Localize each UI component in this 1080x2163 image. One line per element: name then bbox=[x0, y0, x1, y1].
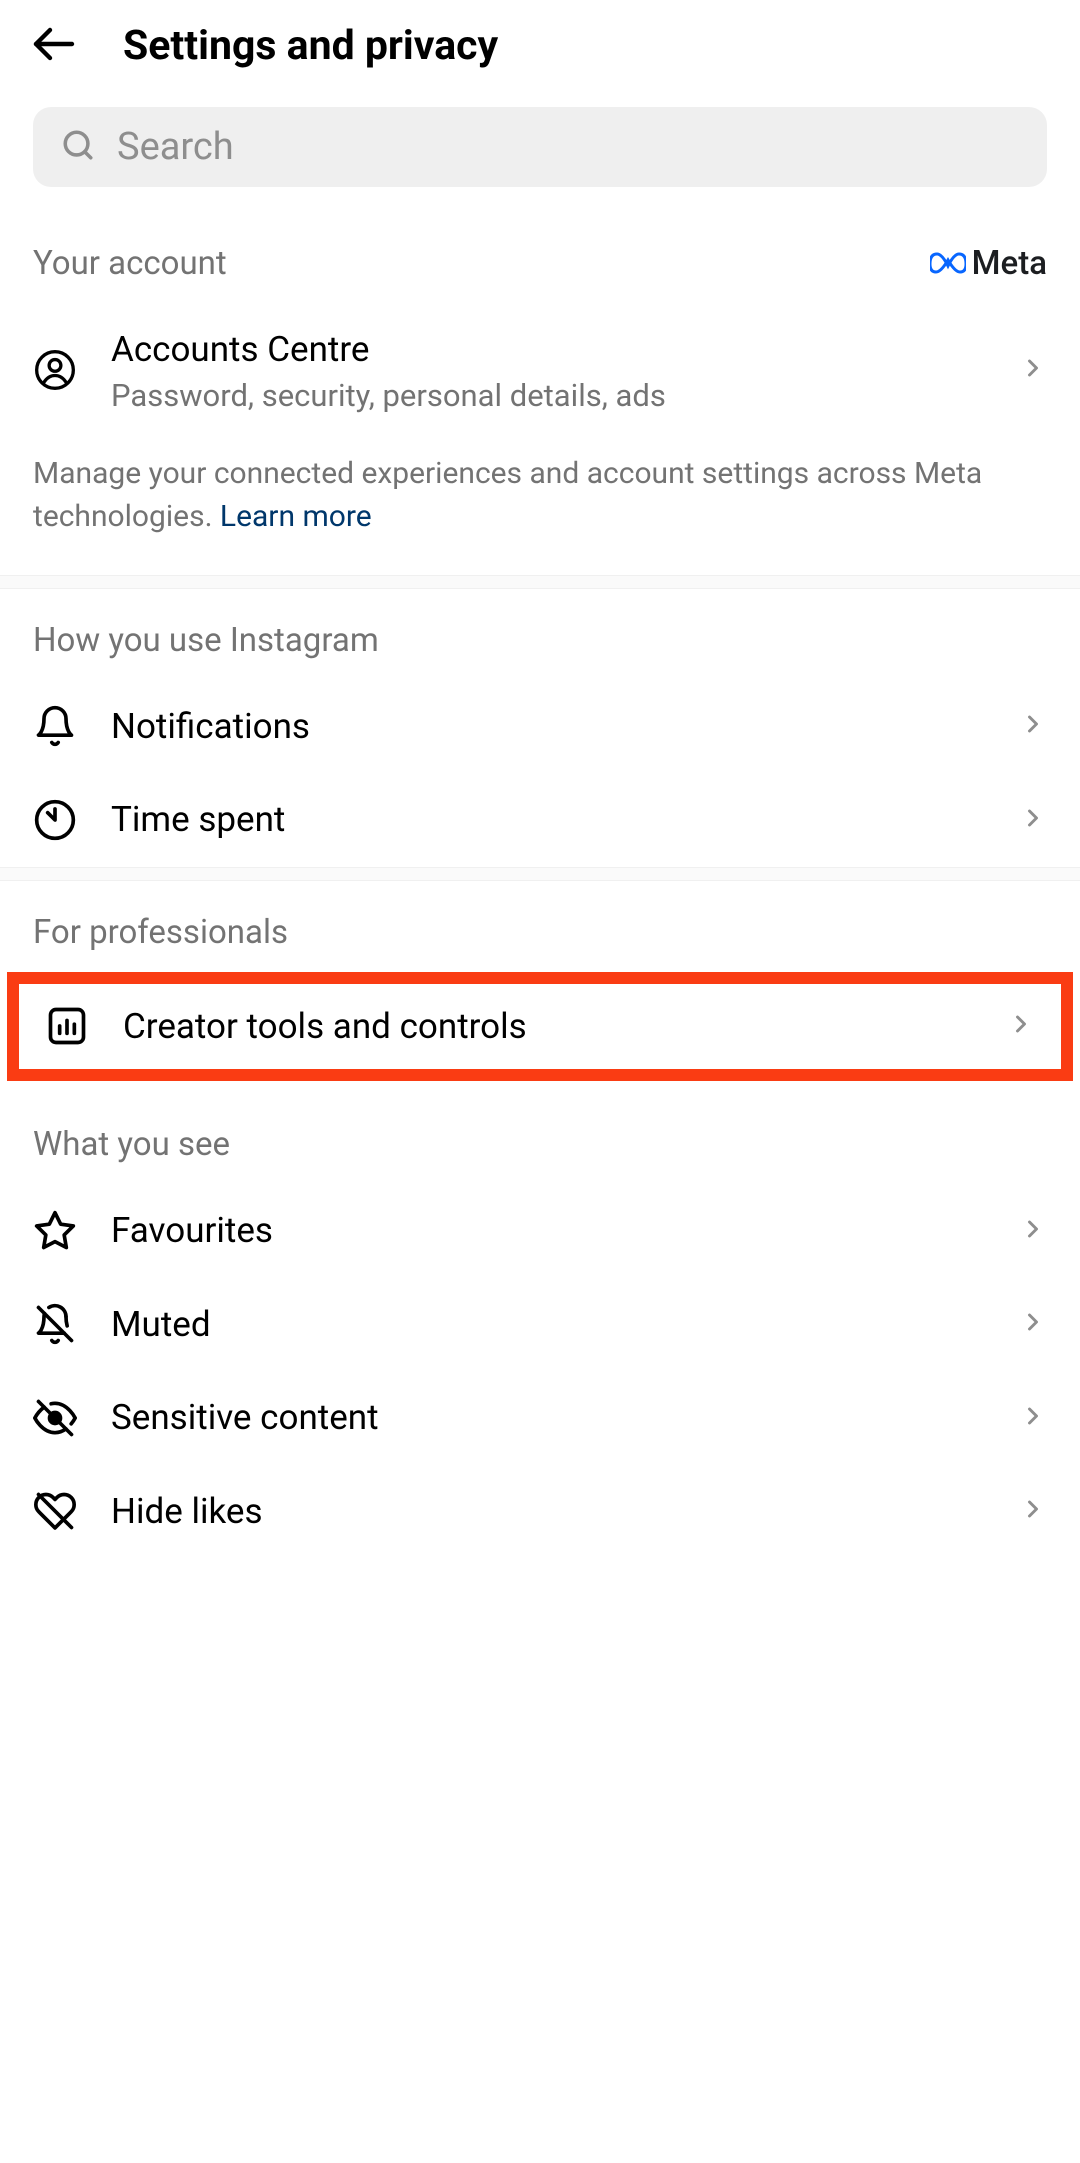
section-your-account-header: Your account Meta bbox=[0, 212, 1080, 303]
chart-icon bbox=[45, 1004, 89, 1048]
notifications-item[interactable]: Notifications bbox=[0, 680, 1080, 774]
search-container bbox=[0, 92, 1080, 212]
section-title: Your account bbox=[33, 244, 227, 283]
highlighted-item: Creator tools and controls bbox=[7, 972, 1073, 1082]
list-item-title: Notifications bbox=[111, 704, 985, 750]
page-title: Settings and privacy bbox=[123, 22, 498, 70]
user-circle-icon bbox=[33, 348, 77, 392]
back-arrow-icon[interactable] bbox=[30, 20, 78, 72]
chevron-right-icon bbox=[1019, 1215, 1047, 1247]
chevron-right-icon bbox=[1019, 1402, 1047, 1434]
learn-more-link[interactable]: Learn more bbox=[220, 499, 372, 534]
hide-likes-item[interactable]: Hide likes bbox=[0, 1465, 1080, 1559]
sensitive-content-item[interactable]: Sensitive content bbox=[0, 1371, 1080, 1465]
list-item-content: Notifications bbox=[111, 704, 985, 750]
chevron-right-icon bbox=[1019, 1495, 1047, 1527]
bell-off-icon bbox=[33, 1302, 77, 1346]
eye-off-icon bbox=[33, 1396, 77, 1440]
heart-off-icon bbox=[33, 1489, 77, 1533]
chevron-right-icon bbox=[1019, 1308, 1047, 1340]
chevron-right-icon bbox=[1007, 1010, 1035, 1042]
muted-item[interactable]: Muted bbox=[0, 1278, 1080, 1372]
accounts-centre-item[interactable]: Accounts Centre Password, security, pers… bbox=[0, 303, 1080, 438]
list-item-content: Accounts Centre Password, security, pers… bbox=[111, 327, 985, 414]
favourites-item[interactable]: Favourites bbox=[0, 1184, 1080, 1278]
list-item-content: Time spent bbox=[111, 797, 985, 843]
meta-label: Meta bbox=[972, 244, 1047, 283]
section-for-professionals-header: For professionals bbox=[0, 881, 1080, 972]
chevron-right-icon bbox=[1019, 710, 1047, 742]
search-box[interactable] bbox=[33, 107, 1047, 187]
chevron-right-icon bbox=[1019, 354, 1047, 386]
list-item-title: Accounts Centre bbox=[111, 327, 985, 373]
section-what-you-see-header: What you see bbox=[0, 1081, 1080, 1184]
search-icon bbox=[61, 128, 95, 166]
clock-icon bbox=[33, 798, 77, 842]
search-input[interactable] bbox=[117, 125, 1019, 169]
section-how-you-use-header: How you use Instagram bbox=[0, 589, 1080, 680]
chevron-right-icon bbox=[1019, 804, 1047, 836]
list-item-content: Favourites bbox=[111, 1208, 985, 1254]
list-item-title: Hide likes bbox=[111, 1489, 985, 1535]
section-title: How you use Instagram bbox=[33, 621, 379, 660]
star-icon bbox=[33, 1209, 77, 1253]
list-item-title: Muted bbox=[111, 1302, 985, 1348]
bell-icon bbox=[33, 704, 77, 748]
info-text: Manage your connected experiences and ac… bbox=[0, 438, 1080, 575]
creator-tools-item[interactable]: Creator tools and controls bbox=[19, 984, 1061, 1070]
section-title: For professionals bbox=[33, 913, 288, 952]
section-divider bbox=[0, 575, 1080, 589]
list-item-content: Sensitive content bbox=[111, 1395, 985, 1441]
list-item-content: Hide likes bbox=[111, 1489, 985, 1535]
list-item-title: Sensitive content bbox=[111, 1395, 985, 1441]
list-item-title: Creator tools and controls bbox=[123, 1004, 973, 1050]
list-item-title: Favourites bbox=[111, 1208, 985, 1254]
list-item-subtitle: Password, security, personal details, ad… bbox=[111, 377, 985, 414]
list-item-title: Time spent bbox=[111, 797, 985, 843]
list-item-content: Muted bbox=[111, 1302, 985, 1348]
time-spent-item[interactable]: Time spent bbox=[0, 773, 1080, 867]
page-header: Settings and privacy bbox=[0, 0, 1080, 92]
section-divider bbox=[0, 867, 1080, 881]
meta-badge: Meta bbox=[930, 244, 1047, 283]
list-item-content: Creator tools and controls bbox=[123, 1004, 973, 1050]
meta-icon bbox=[930, 252, 966, 276]
section-title: What you see bbox=[33, 1125, 230, 1164]
